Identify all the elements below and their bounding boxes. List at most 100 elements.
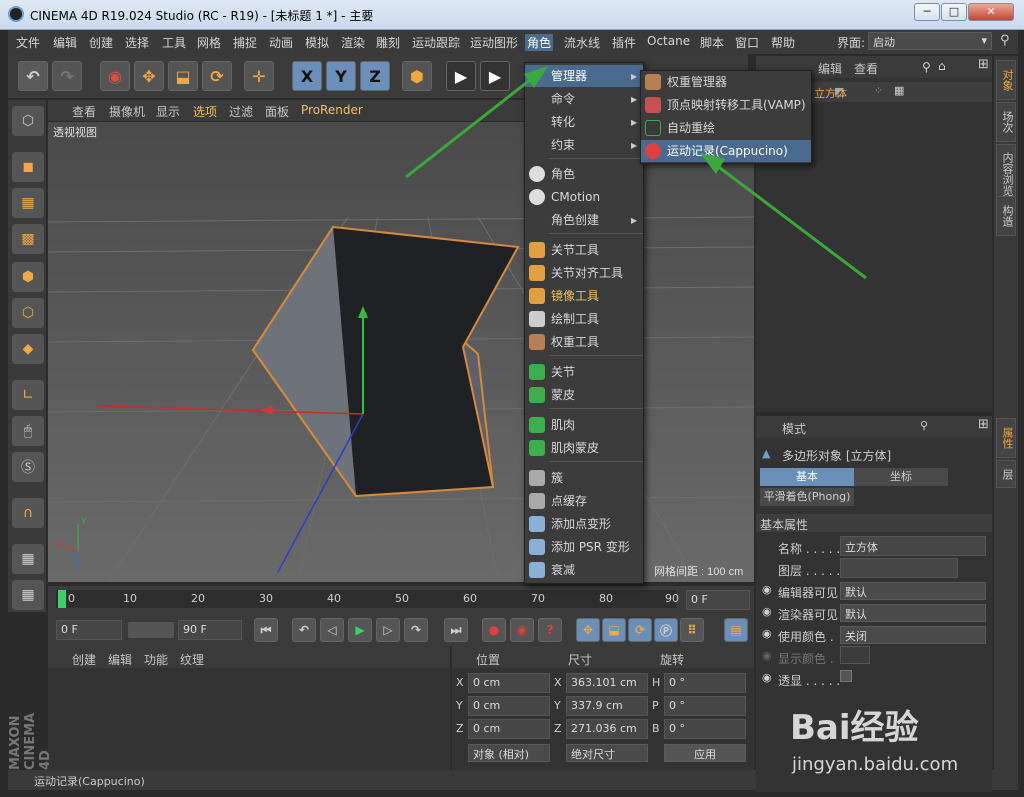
- z-axis-button[interactable]: Z: [360, 61, 390, 91]
- radio-icon[interactable]: ◉: [762, 649, 772, 662]
- material-menu-edit[interactable]: 编辑: [108, 651, 132, 668]
- menu-mograph[interactable]: 运动图形: [468, 34, 520, 51]
- menu-snap[interactable]: 捕捉: [231, 34, 259, 51]
- close-button[interactable]: ✕: [968, 3, 1014, 21]
- model-mode-icon[interactable]: ◼: [12, 152, 44, 182]
- material-menu-function[interactable]: 功能: [144, 651, 168, 668]
- menu-item-falloff[interactable]: 衰减: [525, 559, 643, 581]
- menu-item-cappucino[interactable]: 运动记录(Cappucino): [641, 140, 811, 162]
- objmgr-search-icon[interactable]: ⚲: [922, 60, 931, 74]
- attr-new-window-icon[interactable]: ⊞: [978, 417, 989, 432]
- menu-item-skin[interactable]: 蒙皮: [525, 384, 643, 406]
- menu-octane[interactable]: Octane: [645, 34, 692, 48]
- radio-icon[interactable]: ◉: [762, 583, 772, 596]
- tab-structure[interactable]: 构造: [996, 196, 1016, 236]
- workplane-icon[interactable]: ▩: [12, 224, 44, 254]
- key-pla-icon[interactable]: ⠿: [680, 618, 704, 642]
- viewport-menu-camera[interactable]: 摄像机: [109, 103, 145, 120]
- rotation-b-field[interactable]: 0 °: [664, 719, 746, 739]
- texture-mode-icon[interactable]: ▦: [12, 188, 44, 218]
- menu-help[interactable]: 帮助: [769, 34, 797, 51]
- key-scale-icon[interactable]: ⬓: [602, 618, 626, 642]
- menu-item-joint-tool[interactable]: 关节工具: [525, 239, 643, 261]
- rotation-p-field[interactable]: 0 °: [664, 696, 746, 716]
- viewport-menu-prorender[interactable]: ProRender: [301, 103, 363, 117]
- menu-item-add-psr-morph[interactable]: 添加 PSR 变形: [525, 536, 643, 558]
- go-to-start-icon[interactable]: ⏮: [254, 618, 278, 642]
- menu-item-conversion[interactable]: 转化 ▸: [525, 111, 643, 133]
- phong-tag-icon[interactable]: ⁘: [874, 84, 883, 97]
- menu-item-muscle[interactable]: 肌肉: [525, 414, 643, 436]
- menu-item-muscle-skin[interactable]: 肌肉蒙皮: [525, 437, 643, 459]
- tab-takes[interactable]: 场次: [996, 102, 1016, 142]
- position-y-field[interactable]: 0 cm: [468, 696, 550, 716]
- menu-item-auto-redraw[interactable]: 自动重绘: [641, 117, 811, 139]
- edges-mode-icon[interactable]: ⬡: [12, 298, 44, 328]
- tab-objects[interactable]: 对象: [996, 60, 1016, 100]
- playhead[interactable]: [58, 590, 66, 608]
- size-mode-dropdown[interactable]: 绝对尺寸: [566, 744, 648, 762]
- tweak-icon[interactable]: 🖱: [12, 416, 44, 446]
- menu-animate[interactable]: 动画: [267, 34, 295, 51]
- axis-mode-icon[interactable]: ∟: [12, 380, 44, 410]
- display-color-swatch[interactable]: [840, 646, 870, 664]
- material-tag-icon[interactable]: ▦: [894, 84, 904, 97]
- menu-item-character-builder[interactable]: 角色创建 ▸: [525, 209, 643, 231]
- menu-motion-tracking[interactable]: 运动跟踪: [410, 34, 462, 51]
- go-to-end-icon[interactable]: ⏭: [444, 618, 468, 642]
- live-select-icon[interactable]: ◉: [100, 61, 130, 91]
- rotation-h-field[interactable]: 0 °: [664, 673, 746, 693]
- tab-coordinates[interactable]: 坐标: [854, 468, 948, 486]
- size-y-field[interactable]: 337.9 cm: [566, 696, 648, 716]
- tab-layers[interactable]: 层: [996, 460, 1016, 488]
- menu-script[interactable]: 脚本: [698, 34, 726, 51]
- menu-item-joint[interactable]: 关节: [525, 361, 643, 383]
- menu-item-character[interactable]: 角色: [525, 163, 643, 185]
- material-menu-texture[interactable]: 纹理: [180, 651, 204, 668]
- autokey-icon[interactable]: ◉: [510, 618, 534, 642]
- search-icon[interactable]: ⚲: [1000, 33, 1010, 48]
- previous-frame-icon[interactable]: ◁: [320, 618, 344, 642]
- menu-character[interactable]: 角色: [525, 34, 554, 51]
- scale-icon[interactable]: ⬓: [168, 61, 198, 91]
- planar-workplane-icon[interactable]: ▦: [12, 580, 44, 610]
- editor-visible-dropdown[interactable]: 默认: [840, 582, 986, 600]
- attr-mode-menu[interactable]: 模式: [782, 420, 806, 437]
- magnet-icon[interactable]: ∩: [12, 498, 44, 528]
- viewport-menu-filter[interactable]: 过滤: [229, 103, 253, 120]
- apply-button[interactable]: 应用: [664, 744, 746, 762]
- key-parameter-icon[interactable]: Ⓟ: [654, 618, 678, 642]
- y-axis-button[interactable]: Y: [326, 61, 356, 91]
- menu-file[interactable]: 文件: [14, 34, 42, 51]
- viewport-menu-panel[interactable]: 面板: [265, 103, 289, 120]
- size-x-field[interactable]: 363.101 cm: [566, 673, 648, 693]
- previous-key-icon[interactable]: ↶: [292, 618, 316, 642]
- menu-item-commands[interactable]: 命令 ▸: [525, 88, 643, 110]
- menu-item-joint-align-tool[interactable]: 关节对齐工具: [525, 262, 643, 284]
- points-mode-icon[interactable]: ⬢: [12, 262, 44, 292]
- redo-button[interactable]: ↷: [52, 61, 82, 91]
- move-icon[interactable]: ✥: [134, 61, 164, 91]
- rotate-icon[interactable]: ⟳: [202, 61, 232, 91]
- menu-item-vamp[interactable]: 顶点映射转移工具(VAMP): [641, 94, 811, 116]
- recent-tool-icon[interactable]: ✛: [244, 61, 274, 91]
- tab-phong[interactable]: 平滑着色(Phong): [760, 488, 854, 506]
- render-picture-icon[interactable]: ▶: [480, 61, 510, 91]
- radio-icon[interactable]: ◉: [762, 605, 772, 618]
- make-editable-icon[interactable]: ⬡: [12, 106, 44, 136]
- current-frame-field[interactable]: 0 F: [686, 590, 750, 610]
- tab-attributes[interactable]: 属性: [996, 418, 1016, 458]
- menu-edit[interactable]: 编辑: [51, 34, 79, 51]
- render-visible-dropdown[interactable]: 默认: [840, 604, 986, 622]
- menu-item-cmotion[interactable]: CMotion: [525, 186, 643, 208]
- home-icon[interactable]: ⌂: [938, 59, 946, 73]
- menu-item-mirror-tool[interactable]: 镜像工具: [525, 285, 643, 307]
- menu-select[interactable]: 选择: [123, 34, 151, 51]
- menu-item-paint-tool[interactable]: 绘制工具: [525, 308, 643, 330]
- menu-pipeline[interactable]: 流水线: [562, 34, 602, 51]
- tab-basic[interactable]: 基本: [760, 468, 854, 486]
- end-frame-field[interactable]: 90 F: [178, 620, 242, 640]
- frame-range-slider[interactable]: [128, 622, 174, 638]
- menu-item-point-cache[interactable]: 点缓存: [525, 490, 643, 512]
- perspective-viewport[interactable]: 透视视图 Y X Z 网格间距 : 100 cm: [48, 122, 754, 582]
